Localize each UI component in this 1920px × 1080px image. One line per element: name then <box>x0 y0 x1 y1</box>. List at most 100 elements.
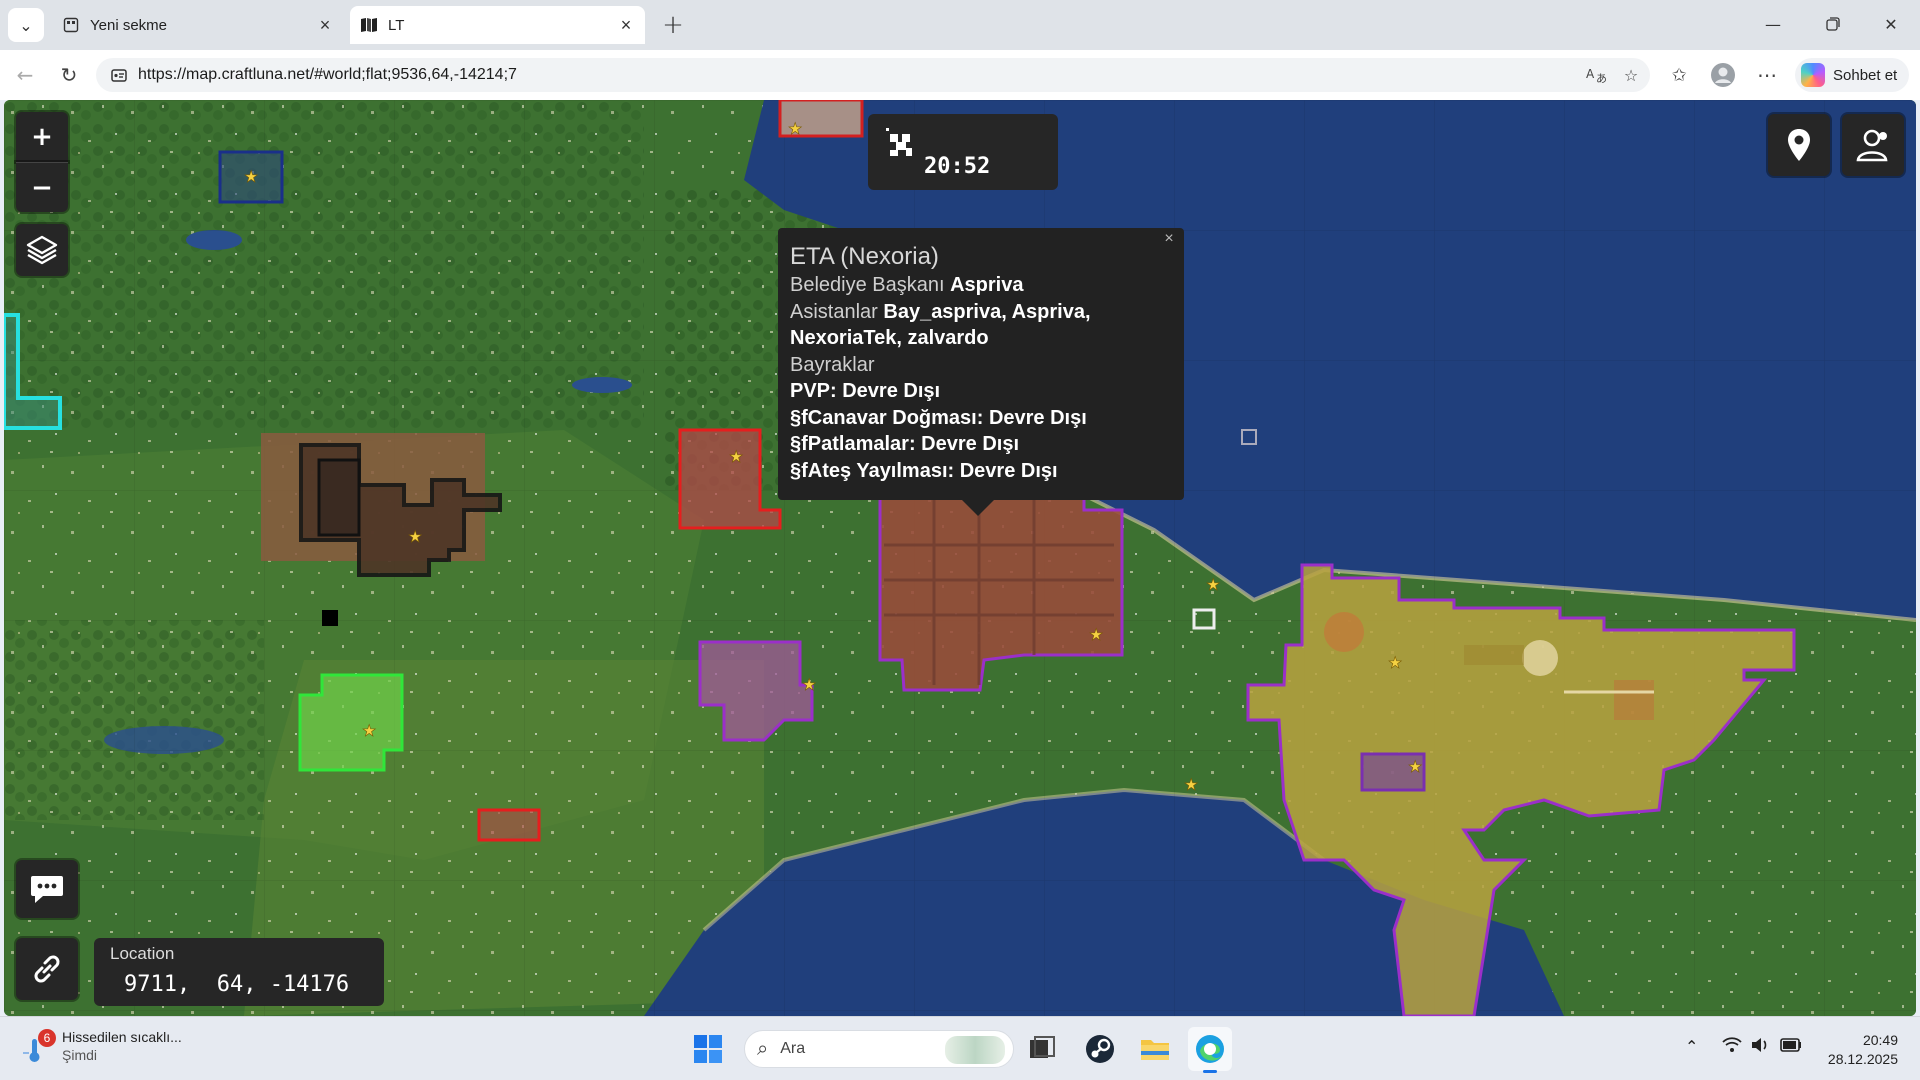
taskbar-search[interactable]: ⌕ Ara <box>744 1030 1014 1068</box>
map-pin-icon <box>1788 129 1810 161</box>
close-icon[interactable]: × <box>1158 228 1180 250</box>
world-clock: 20:52 <box>868 114 1058 190</box>
star-icon[interactable]: ★ <box>1184 775 1199 795</box>
map-viewport[interactable]: ★ ★ ★ ★ ★ ★ ★ ★ ★ ★ ★ + − 20:52 × ETA (N… <box>4 100 1916 1016</box>
file-explorer-button[interactable] <box>1133 1027 1177 1071</box>
layers-button[interactable] <box>16 224 68 276</box>
mayor-label: Belediye Başkanı <box>790 274 945 296</box>
translate-icon[interactable]: Aあ <box>1583 65 1611 85</box>
copilot-label: Sohbet et <box>1833 66 1898 84</box>
favorites-button[interactable]: ✩ <box>1662 59 1696 91</box>
search-placeholder: Ara <box>780 1040 806 1057</box>
mayor-name: Aspriva <box>950 274 1024 296</box>
star-icon[interactable]: ★ <box>1388 653 1403 673</box>
reload-button[interactable]: ↻ <box>52 59 86 91</box>
star-icon[interactable]: ★ <box>1206 575 1221 595</box>
star-icon[interactable]: ★ <box>788 119 803 139</box>
battery-icon[interactable] <box>1780 1037 1802 1056</box>
profile-button[interactable] <box>1706 59 1740 91</box>
close-icon[interactable]: × <box>617 15 635 36</box>
svg-text:あ: あ <box>1596 72 1607 84</box>
site-info-icon[interactable] <box>104 66 134 84</box>
chat-button[interactable] <box>16 860 78 918</box>
task-view-button[interactable] <box>1020 1027 1064 1071</box>
popup-assistants-cont: NexoriaTek, zalvardo <box>790 325 1172 352</box>
flag-text: PVP: Devre Dışı <box>790 380 941 402</box>
weather-badge: 6 <box>38 1029 56 1047</box>
copy-link-button[interactable] <box>16 938 78 1000</box>
chevron-down-icon: ⌄ <box>19 15 33 35</box>
restore-icon <box>1826 17 1840 31</box>
plus-icon: + <box>662 10 684 40</box>
new-tab-page-icon <box>62 16 80 34</box>
back-button[interactable]: ← <box>8 59 42 91</box>
players-icon <box>1856 129 1888 162</box>
search-icon: ⌕ <box>757 1037 769 1060</box>
minimize-button[interactable]: — <box>1750 6 1796 42</box>
steam-icon <box>1086 1035 1114 1063</box>
steam-button[interactable] <box>1078 1027 1122 1071</box>
flag-explosions: §fPatlamalar: Devre Dışı <box>790 431 1172 458</box>
assistants-names: Bay_aspriva, Aspriva, <box>883 300 1091 323</box>
folder-icon <box>1141 1040 1169 1060</box>
site-favicon-icon <box>360 16 378 34</box>
svg-text:A: A <box>1586 67 1595 81</box>
clock-date: 28.12.2025 <box>1827 1051 1898 1067</box>
link-icon <box>34 955 60 983</box>
edge-icon <box>1196 1035 1224 1063</box>
zoom-in-label: + <box>31 122 53 152</box>
wifi-icon[interactable] <box>1722 1037 1742 1057</box>
copilot-icon <box>1801 63 1825 87</box>
clock-time: 20:52 <box>924 154 991 179</box>
close-icon[interactable]: × <box>316 15 334 36</box>
zoom-in-button[interactable]: + <box>16 112 68 162</box>
task-view-icon <box>1030 1036 1055 1058</box>
star-icon[interactable]: ★ <box>1089 625 1104 645</box>
start-button[interactable] <box>686 1027 730 1071</box>
browser-toolbar: ← ↻ https://map.craftluna.net/#world;fla… <box>0 50 1920 100</box>
star-icon[interactable]: ★ <box>408 527 423 547</box>
new-tab-button[interactable]: + <box>655 8 691 42</box>
close-window-button[interactable]: ✕ <box>1868 6 1914 42</box>
clock-time: 20:49 <box>1862 1032 1898 1048</box>
weather-widget[interactable]: 6 Hissedilen sıcaklı... Şimdi <box>20 1029 182 1065</box>
layers-icon <box>26 235 58 265</box>
search-highlight-icon <box>945 1036 1005 1064</box>
star-icon[interactable]: ★ <box>244 167 259 187</box>
favorite-star-icon[interactable]: ☆ <box>1617 65 1645 85</box>
players-button[interactable] <box>1842 114 1904 176</box>
avatar <box>1711 63 1735 87</box>
taskbar-clock[interactable]: 20:49 28.12.2025 <box>1808 1031 1898 1069</box>
markers-button[interactable] <box>1768 114 1830 176</box>
volume-icon[interactable] <box>1750 1037 1770 1057</box>
settings-more-button[interactable]: ⋯ <box>1750 59 1784 91</box>
zoom-out-button[interactable]: − <box>16 162 68 212</box>
moon-phase-icon <box>886 128 912 156</box>
popup-title: ETA (Nexoria) <box>790 243 939 270</box>
popup-mayor: Belediye Başkanı Aspriva <box>790 272 1172 299</box>
restore-button[interactable] <box>1810 6 1856 42</box>
chevron-up-icon: ⌃ <box>1685 1037 1699 1056</box>
tab-lt[interactable]: LT × <box>350 6 645 44</box>
show-hidden-icons[interactable]: ⌃ <box>1685 1037 1698 1056</box>
flag-pvp: PVP: Devre Dışı <box>790 378 1172 405</box>
flags-label: Bayraklar <box>790 353 875 376</box>
star-icon[interactable]: ★ <box>1408 757 1423 777</box>
minimize-icon: — <box>1765 14 1781 34</box>
star-icon[interactable]: ★ <box>729 447 744 467</box>
star-icon[interactable]: ★ <box>802 675 817 695</box>
tab-title: LT <box>388 16 405 34</box>
tab-new-tab[interactable]: Yeni sekme × <box>52 6 344 44</box>
flag-text: §fPatlamalar: Devre Dışı <box>790 433 1020 455</box>
address-bar[interactable]: https://map.craftluna.net/#world;flat;95… <box>96 58 1650 92</box>
edge-button[interactable] <box>1188 1027 1232 1073</box>
weather-subtitle: Şimdi <box>62 1047 98 1063</box>
star-icon[interactable]: ★ <box>362 721 377 741</box>
tab-actions-button[interactable]: ⌄ <box>8 8 44 42</box>
zoom-out-label: − <box>31 172 53 203</box>
weather-title: Hissedilen sıcaklı... <box>62 1029 182 1045</box>
copilot-button[interactable]: Sohbet et <box>1795 58 1910 92</box>
reload-icon: ↻ <box>60 63 78 87</box>
popup-assistants: Asistanlar Bay_aspriva, Aspriva, <box>790 299 1172 326</box>
windows-icon <box>694 1035 722 1063</box>
